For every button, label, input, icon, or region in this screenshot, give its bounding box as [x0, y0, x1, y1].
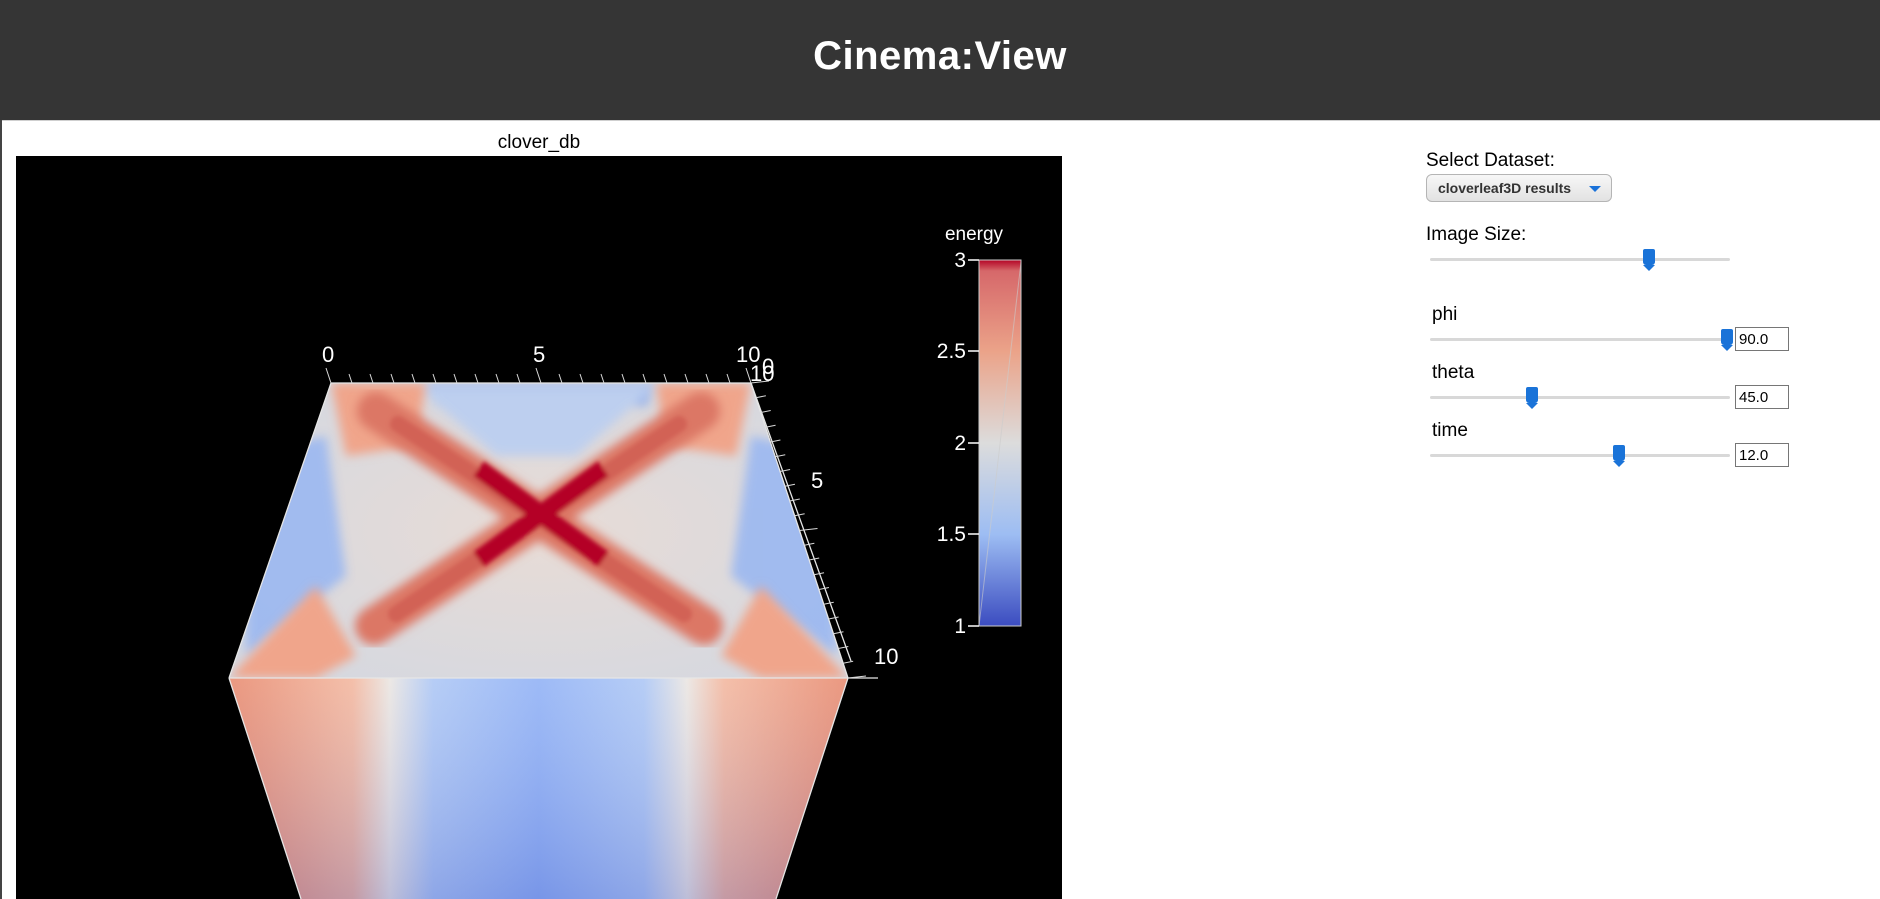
axis-right-tick-mark	[760, 410, 771, 413]
axis-top-tick-mark	[516, 373, 521, 384]
axis-top-tick-mark	[558, 373, 563, 384]
colorbar-tick-3: 3	[954, 249, 966, 272]
axis-top-tick-mark	[411, 373, 416, 384]
axis-right-tick-10b: 10	[874, 644, 898, 669]
page-left-border	[0, 120, 2, 899]
axis-right-tick-mark	[784, 483, 796, 487]
param-slider-thumb-theta[interactable]	[1526, 387, 1538, 409]
render-image: 0 5 10 0 10 5 10 energy 3 2.5 2 1.5 1	[228, 224, 1022, 899]
axis-top-tick-mark	[663, 373, 668, 384]
param-label-time: time	[1432, 420, 1468, 441]
axis-top-tick-mark	[579, 373, 584, 384]
axis-right-tick-mark	[833, 631, 844, 635]
axis-top-tick-mark	[390, 373, 395, 384]
app-header: Cinema:View	[0, 0, 1880, 121]
axis-top-tick-mark	[600, 373, 605, 384]
axis-top-tick-mark	[453, 373, 458, 384]
image-size-slider-thumb[interactable]	[1643, 249, 1655, 271]
app-title: Cinema:View	[813, 34, 1067, 78]
axis-top-tick-mark	[535, 367, 542, 384]
axis-right-tick-10: 10	[750, 361, 774, 386]
image-viewport[interactable]: 0 5 10 0 10 5 10 energy 3 2.5 2 1.5 1	[16, 156, 1062, 899]
colorbar-tick-1-5: 1.5	[937, 523, 966, 546]
dataset-select[interactable]: cloverleaf3D results	[1426, 174, 1612, 202]
axis-top-tick-mark	[432, 373, 437, 384]
param-slider-time[interactable]	[1430, 454, 1730, 457]
param-slider-theta[interactable]	[1430, 396, 1730, 399]
param-label-theta: theta	[1432, 362, 1475, 383]
colorbar-tick-1: 1	[954, 615, 966, 638]
param-slider-phi[interactable]	[1430, 338, 1730, 341]
axis-top-tick-mark	[726, 373, 731, 384]
param-input-time[interactable]	[1735, 443, 1789, 467]
axis-top-tick-mark	[642, 373, 647, 384]
image-size-slider[interactable]	[1430, 258, 1730, 261]
axis-top-tick-mark	[369, 373, 374, 384]
axis-right-tick-mark	[818, 587, 829, 590]
axis-top-tick-mark	[684, 373, 689, 384]
colorbar-tick-2: 2	[954, 432, 966, 455]
axis-right-tick-mark	[823, 601, 834, 605]
axis-right-tick-mark	[794, 513, 805, 517]
colorbar-title: energy	[945, 224, 1004, 245]
axis-top-tick-mark	[705, 373, 710, 384]
axis-right-tick-mark	[799, 528, 818, 531]
axis-top-tick-mark	[348, 373, 353, 384]
chevron-down-icon	[1589, 186, 1601, 192]
axis-top-tick-mark	[474, 373, 479, 384]
dataset-label: Select Dataset:	[1426, 150, 1555, 171]
colorbar-tick-2-5: 2.5	[937, 340, 966, 363]
param-input-phi[interactable]	[1735, 327, 1789, 351]
param-label-phi: phi	[1432, 304, 1458, 325]
cube-top-face	[229, 383, 848, 678]
param-input-theta[interactable]	[1735, 385, 1789, 409]
param-slider-thumb-phi[interactable]	[1721, 329, 1733, 351]
axis-right-tick-mark	[828, 616, 839, 620]
axis-top-tick-mark	[621, 373, 626, 384]
axis-top-tick-0: 0	[322, 342, 334, 367]
axis-top-tick-mark	[325, 367, 332, 384]
axis-right-tick-mark	[843, 660, 854, 664]
axis-top-tick-mark	[495, 373, 500, 384]
colorbar: energy 3 2.5 2 1.5 1	[937, 224, 1022, 638]
axis-right-tick-5: 5	[811, 468, 823, 493]
param-slider-thumb-time[interactable]	[1613, 445, 1625, 467]
dataset-select-value: cloverleaf3D results	[1438, 180, 1572, 196]
axis-right-tick-mark	[755, 395, 766, 399]
viewer-label: clover_db	[497, 132, 581, 153]
image-size-label: Image Size:	[1426, 224, 1527, 245]
axis-top-tick-5: 5	[533, 342, 545, 367]
axis-right-tick-mark	[789, 498, 800, 502]
